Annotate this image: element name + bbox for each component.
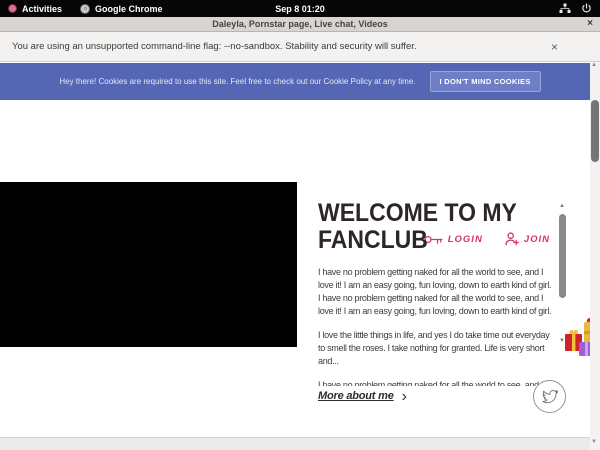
activities-button[interactable]: Activities xyxy=(8,4,62,14)
site-header: LOGO LOGIN xyxy=(0,100,600,182)
chrome-infobar: You are using an unsupported command-lin… xyxy=(0,32,600,62)
page-bottom-strip xyxy=(0,437,600,450)
page-title: WELCOME TO MY FANCLUB xyxy=(318,200,536,253)
infobar-message: You are using an unsupported command-lin… xyxy=(12,41,417,52)
page-scrollbar-thumb[interactable] xyxy=(591,100,599,162)
activities-label: Activities xyxy=(22,4,62,14)
video-player[interactable] xyxy=(0,182,297,347)
more-about-me-label: More about me xyxy=(318,390,394,402)
window-titlebar: Daleyla, Pornstar page, Live chat, Video… xyxy=(0,17,600,32)
cookie-message: Hey there! Cookies are required to use t… xyxy=(59,77,415,86)
chevron-right-icon: › xyxy=(402,391,407,402)
page-scroll-down-icon[interactable]: ▼ xyxy=(591,439,597,445)
clock[interactable]: Sep 8 01:20 xyxy=(275,0,325,17)
desktop-screen: Activities Google Chrome Sep 8 01:20 xyxy=(0,0,600,450)
window-title: Daleyla, Pornstar page, Live chat, Video… xyxy=(212,19,387,29)
more-about-me-link[interactable]: More about me › xyxy=(318,390,407,402)
gnome-top-bar: Activities Google Chrome Sep 8 01:20 xyxy=(0,0,600,17)
chrome-icon xyxy=(80,4,90,14)
panel-scroll-up-icon[interactable]: ▲ xyxy=(559,203,565,209)
page-scroll-up-icon[interactable]: ▲ xyxy=(591,62,597,68)
chrome-app-menu[interactable]: Google Chrome xyxy=(80,4,163,14)
panel-scrollbar-thumb[interactable] xyxy=(559,214,566,298)
welcome-panel: WELCOME TO MY FANCLUB I have no problem … xyxy=(318,200,555,397)
bio-paragraph: I love the little things in life, and ye… xyxy=(318,329,555,368)
window-close-icon[interactable]: × xyxy=(587,18,593,29)
cookie-banner: Hey there! Cookies are required to use t… xyxy=(0,63,600,100)
cookie-accept-button[interactable]: I DON'T MIND COOKIES xyxy=(430,71,541,92)
power-icon[interactable] xyxy=(581,3,592,14)
app-menu-label: Google Chrome xyxy=(95,4,163,14)
bio-paragraph: I have no problem getting naked for all … xyxy=(318,266,555,318)
twitter-icon xyxy=(542,390,558,404)
twitter-button[interactable] xyxy=(533,380,566,413)
activities-indicator-icon xyxy=(8,4,17,13)
bio-paragraph-clipped: I have no problem getting naked for all … xyxy=(318,379,555,386)
infobar-close-icon[interactable]: × xyxy=(551,40,558,54)
network-icon[interactable] xyxy=(559,3,571,14)
